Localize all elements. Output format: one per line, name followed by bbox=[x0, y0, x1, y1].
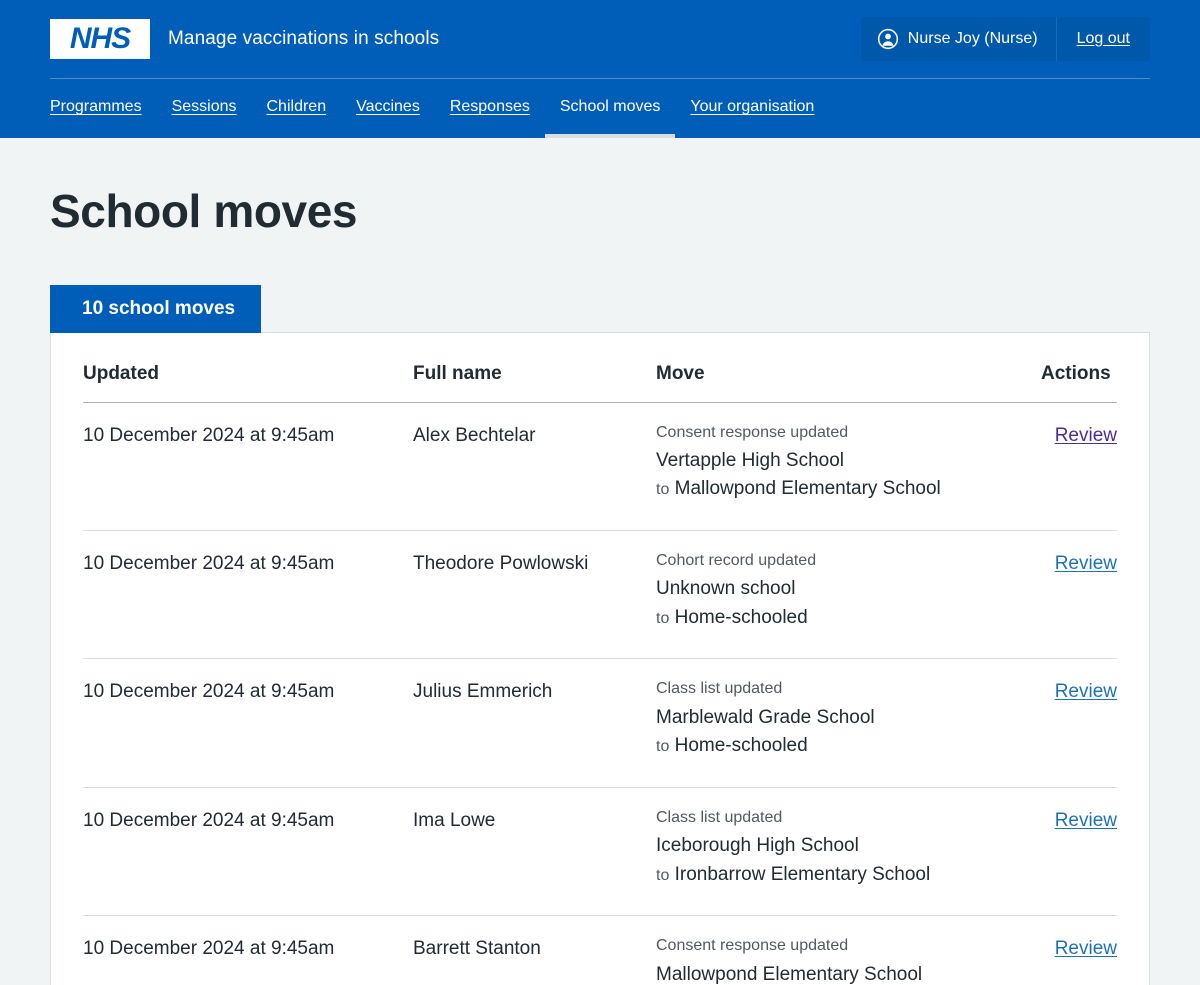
account-name: Nurse Joy (Nurse) bbox=[907, 30, 1038, 47]
school-moves-table: Updated Full name Move Actions 10 Decemb… bbox=[83, 362, 1117, 985]
cell-updated: 10 December 2024 at 9:45am bbox=[83, 530, 413, 660]
move-to-prefix: to bbox=[656, 866, 670, 884]
move-from-school: Vertapple High School bbox=[656, 449, 845, 471]
cell-updated: 10 December 2024 at 9:45am bbox=[83, 402, 413, 531]
review-link[interactable]: Review bbox=[1055, 810, 1117, 831]
nav-item-sessions[interactable]: Sessions bbox=[157, 99, 252, 138]
move-to-school: Home-schooled bbox=[674, 735, 808, 757]
nav-item-vaccines[interactable]: Vaccines bbox=[341, 99, 435, 138]
column-header-actions: Actions bbox=[1041, 362, 1117, 403]
move-reason: Consent response updated bbox=[656, 937, 849, 955]
cell-actions: Review bbox=[1041, 915, 1117, 985]
main-content: School moves 10 school moves Updated Ful… bbox=[50, 186, 1150, 985]
cell-actions: Review bbox=[1041, 402, 1117, 531]
school-moves-tabs: 10 school moves Updated Full name Move A… bbox=[50, 284, 1150, 985]
nav-item-programmes[interactable]: Programmes bbox=[50, 99, 157, 138]
nav-item-children[interactable]: Children bbox=[252, 99, 342, 138]
move-from-school: Marblewald Grade School bbox=[656, 706, 875, 728]
move-to-school: Home-schooled bbox=[674, 606, 808, 628]
cell-full-name: Theodore Powlowski bbox=[413, 530, 656, 660]
service-name: Manage vaccinations in schools bbox=[168, 28, 440, 49]
move-reason: Cohort record updated bbox=[656, 551, 817, 569]
table-row: 10 December 2024 at 9:45am Alex Bechtelar… bbox=[83, 402, 1117, 531]
cell-full-name: Ima Lowe bbox=[413, 787, 656, 917]
tab-school-moves[interactable]: 10 school moves bbox=[50, 284, 262, 333]
review-link[interactable]: Review bbox=[1055, 553, 1117, 574]
move-reason: Class list updated bbox=[656, 808, 783, 826]
cell-actions: Review bbox=[1041, 787, 1117, 917]
cell-move: Class list updated Iceborough High School… bbox=[656, 787, 1041, 917]
cell-actions: Review bbox=[1041, 530, 1117, 660]
logout-link[interactable]: Log out bbox=[1057, 17, 1150, 61]
move-to-line: to Home-schooled bbox=[656, 732, 1041, 761]
cell-full-name: Barrett Stanton bbox=[413, 915, 656, 985]
review-link[interactable]: Review bbox=[1055, 681, 1117, 702]
move-to-school: Mallowpond Elementary School bbox=[674, 478, 941, 500]
move-reason: Consent response updated bbox=[656, 423, 849, 441]
review-link[interactable]: Review bbox=[1055, 425, 1117, 446]
cell-full-name: Julius Emmerich bbox=[413, 658, 656, 788]
column-header-updated: Updated bbox=[83, 362, 413, 403]
cell-updated: 10 December 2024 at 9:45am bbox=[83, 658, 413, 788]
cell-move: Cohort record updated Unknown school to Ho… bbox=[656, 530, 1041, 660]
move-to-school: Ironbarrow Elementary School bbox=[674, 863, 931, 885]
nav-item-school-moves[interactable]: School moves bbox=[544, 99, 676, 138]
nav-item-your-organisation[interactable]: Your organisation bbox=[675, 99, 829, 138]
move-from-school: Unknown school bbox=[656, 578, 796, 600]
column-header-full-name: Full name bbox=[413, 362, 656, 403]
cell-move: Consent response updated Mallowpond Eleme… bbox=[656, 915, 1041, 985]
cell-updated: 10 December 2024 at 9:45am bbox=[83, 787, 413, 917]
school-moves-panel: Updated Full name Move Actions 10 Decemb… bbox=[50, 331, 1150, 985]
cell-full-name: Alex Bechtelar bbox=[413, 402, 656, 531]
person-circle-icon bbox=[877, 28, 899, 50]
move-from-school: Iceborough High School bbox=[656, 835, 859, 857]
table-row: 10 December 2024 at 9:45am Ima Lowe Class … bbox=[83, 787, 1117, 917]
cell-move: Class list updated Marblewald Grade Schoo… bbox=[656, 658, 1041, 788]
cell-actions: Review bbox=[1041, 658, 1117, 788]
table-row: 10 December 2024 at 9:45am Julius Emmeric… bbox=[83, 658, 1117, 788]
move-to-prefix: to bbox=[656, 738, 670, 756]
move-from-school: Mallowpond Elementary School bbox=[656, 963, 923, 985]
table-row: 10 December 2024 at 9:45am Theodore Powlo… bbox=[83, 530, 1117, 660]
move-to-line: to Ironbarrow Elementary School bbox=[656, 861, 1041, 890]
site-header: NHS Manage vaccinations in schools Nurse… bbox=[0, 0, 1200, 138]
account-chip[interactable]: Nurse Joy (Nurse) bbox=[861, 17, 1057, 61]
nhs-logo[interactable]: NHS bbox=[50, 19, 150, 59]
cell-move: Consent response updated Vertapple High S… bbox=[656, 402, 1041, 531]
column-header-move: Move bbox=[656, 362, 1041, 403]
move-to-prefix: to bbox=[656, 481, 670, 499]
primary-navigation: Programmes Sessions Children Vaccines Respon… bbox=[0, 79, 1200, 138]
page-title: School moves bbox=[50, 185, 358, 237]
move-reason: Class list updated bbox=[656, 680, 783, 698]
move-to-line: to Home-schooled bbox=[656, 604, 1041, 633]
account-bar: Nurse Joy (Nurse) Log out bbox=[860, 17, 1150, 61]
cell-updated: 10 December 2024 at 9:45am bbox=[83, 915, 413, 985]
table-row: 10 December 2024 at 9:45am Barrett Stanto… bbox=[83, 915, 1117, 985]
review-link[interactable]: Review bbox=[1055, 938, 1117, 959]
move-to-prefix: to bbox=[656, 609, 670, 627]
nav-item-responses[interactable]: Responses bbox=[435, 99, 545, 138]
move-to-line: to Mallowpond Elementary School bbox=[656, 475, 1041, 504]
table-header-row: Updated Full name Move Actions bbox=[83, 362, 1117, 403]
